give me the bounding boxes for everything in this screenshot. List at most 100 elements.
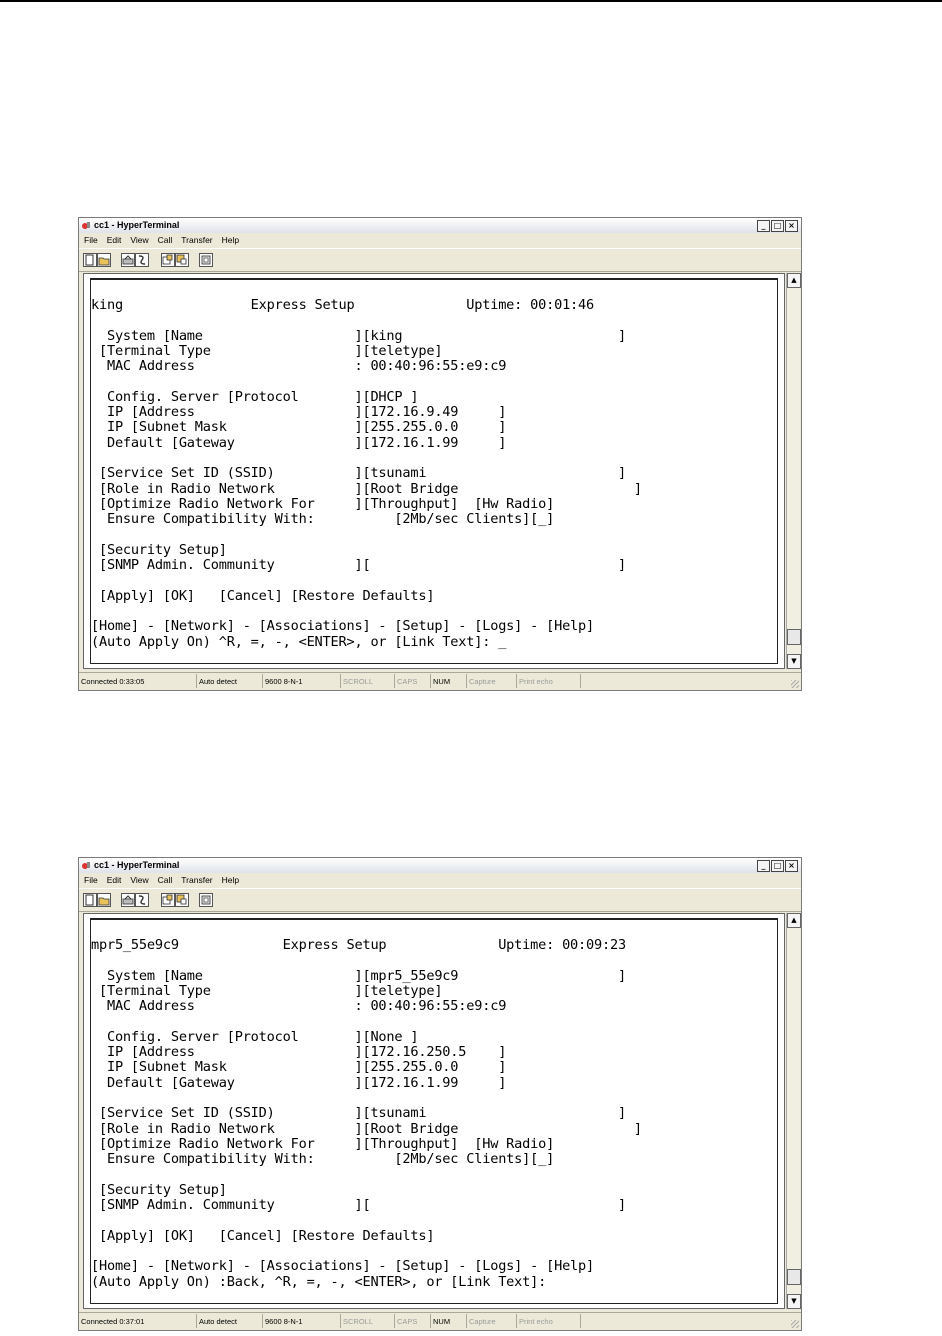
status-capture: Capture [467, 674, 517, 688]
scroll-down-arrow-icon[interactable]: ▼ [787, 654, 801, 669]
menu-call[interactable]: Call [158, 233, 173, 247]
maximize-button[interactable]: □ [771, 860, 784, 872]
maximize-button[interactable]: □ [771, 220, 784, 232]
status-print-echo: Print echo [517, 674, 581, 688]
menu-transfer[interactable]: Transfer [181, 233, 212, 247]
vertical-scrollbar[interactable]: ▲ ▼ [786, 273, 801, 669]
disconnect-icon[interactable] [135, 253, 149, 267]
terminal-line: Config. Server [Protocol ][None ] [91, 1028, 419, 1045]
menu-transfer[interactable]: Transfer [181, 873, 212, 887]
terminal-line: mpr5_55e9c9 Express Setup Uptime: 00:09:… [91, 937, 626, 953]
scroll-down-arrow-icon[interactable]: ▼ [787, 1294, 801, 1309]
call-icon[interactable] [121, 253, 135, 267]
vertical-scrollbar[interactable]: ▲ ▼ [786, 913, 801, 1309]
terminal-area[interactable]: mpr5_55e9c9 Express Setup Uptime: 00:09:… [83, 913, 785, 1309]
menu-view[interactable]: View [130, 233, 148, 247]
terminal-area[interactable]: king Express Setup Uptime: 00:01:46 Syst… [83, 273, 785, 669]
status-port-settings: 9600 8-N-1 [263, 674, 341, 688]
disconnect-icon[interactable] [135, 893, 149, 907]
terminal-line: [Service Set ID (SSID) ][tsunami ] [91, 1105, 626, 1122]
terminal-line: king Express Setup Uptime: 00:01:46 [91, 297, 595, 313]
scroll-up-arrow-icon[interactable]: ▲ [787, 913, 801, 928]
terminal-line: [Apply] [OK] [Cancel] [Restore Defaults] [91, 587, 435, 604]
properties-icon[interactable] [199, 253, 213, 267]
menu-help[interactable]: Help [222, 233, 239, 247]
scroll-thumb[interactable] [787, 629, 801, 645]
terminal-line: [Security Setup] [91, 1181, 227, 1198]
close-button[interactable]: × [785, 860, 798, 872]
send-icon[interactable] [161, 893, 175, 907]
terminal-line: [Service Set ID (SSID) ][tsunami ] [91, 465, 626, 482]
menu-help[interactable]: Help [222, 873, 239, 887]
new-connection-icon[interactable] [83, 893, 97, 907]
open-icon[interactable] [97, 253, 111, 267]
terminal-line: [Home] - [Network] - [Associations] - [S… [91, 618, 595, 635]
terminal-line: Default [Gateway ][172.16.1.99 ] [91, 434, 507, 451]
receive-icon[interactable] [175, 893, 189, 907]
minimize-button[interactable]: _ [757, 220, 770, 232]
open-icon[interactable] [97, 893, 111, 907]
resize-grip-icon[interactable] [791, 1320, 799, 1328]
terminal-line: [Terminal Type ][teletype] [91, 982, 443, 999]
window-title: cc1 - HyperTerminal [94, 860, 180, 870]
terminal-line: IP [Address ][172.16.250.5 ] [91, 1044, 507, 1061]
close-button[interactable]: × [785, 220, 798, 232]
send-icon[interactable] [161, 253, 175, 267]
terminal-line: IP [Address ][172.16.9.49 ] [91, 404, 507, 421]
terminal-line: [SNMP Admin. Community ][ ] [91, 1197, 626, 1214]
status-num: NUM [431, 674, 467, 688]
terminal-line: [Optimize Radio Network For ][Throughput… [91, 495, 555, 512]
toolbar [79, 248, 801, 272]
title-bar[interactable]: cc1 - HyperTerminal _ □ × [79, 858, 801, 873]
resize-grip-icon[interactable] [791, 680, 799, 688]
toolbar [79, 888, 801, 912]
call-icon[interactable] [121, 893, 135, 907]
terminal-line: [Home] - [Network] - [Associations] - [S… [91, 1258, 595, 1275]
menu-edit[interactable]: Edit [107, 873, 122, 887]
terminal-line: [Optimize Radio Network For ][Throughput… [91, 1135, 555, 1152]
status-detect: Auto detect [197, 1314, 263, 1328]
minimize-button[interactable]: _ [757, 860, 770, 872]
status-num: NUM [431, 1314, 467, 1328]
terminal-line: (Auto Apply On) ^R, =, -, <ENTER>, or [L… [91, 633, 507, 650]
properties-icon[interactable] [199, 893, 213, 907]
status-caps: CAPS [395, 674, 431, 688]
status-print-echo: Print echo [517, 1314, 581, 1328]
terminal-line: [Role in Radio Network ][Root Bridge ] [91, 480, 642, 497]
scroll-thumb[interactable] [787, 1269, 801, 1285]
menu-file[interactable]: File [84, 873, 98, 887]
terminal-line: IP [Subnet Mask ][255.255.0.0 ] [91, 419, 507, 436]
terminal-text[interactable]: mpr5_55e9c9 Express Setup Uptime: 00:09:… [91, 937, 642, 1290]
status-connected-time: Connected 0:37:01 [79, 1314, 197, 1328]
status-bar: Connected 0:37:01 Auto detect 9600 8-N-1… [79, 1312, 801, 1330]
title-bar[interactable]: cc1 - HyperTerminal _ □ × [79, 218, 801, 233]
receive-icon[interactable] [175, 253, 189, 267]
status-caps: CAPS [395, 1314, 431, 1328]
terminal-line: Ensure Compatibility With: [2Mb/sec Clie… [91, 1151, 555, 1168]
status-scroll: SCROLL [341, 674, 395, 688]
terminal-line: [Terminal Type ][teletype] [91, 342, 443, 359]
terminal-line: IP [Subnet Mask ][255.255.0.0 ] [91, 1059, 507, 1076]
menu-edit[interactable]: Edit [107, 233, 122, 247]
scroll-up-arrow-icon[interactable]: ▲ [787, 273, 801, 288]
menu-file[interactable]: File [84, 233, 98, 247]
terminal-line: [Role in Radio Network ][Root Bridge ] [91, 1120, 642, 1137]
menu-call[interactable]: Call [158, 873, 173, 887]
terminal-line: (Auto Apply On) :Back, ^R, =, -, <ENTER>… [91, 1273, 547, 1290]
menu-view[interactable]: View [130, 873, 148, 887]
new-connection-icon[interactable] [83, 253, 97, 267]
menu-bar: File Edit View Call Transfer Help [79, 873, 801, 887]
terminal-line: MAC Address : 00:40:96:55:e9:c9 [91, 358, 507, 375]
hyperterminal-window-2: cc1 - HyperTerminal _ □ × File Edit View… [78, 857, 802, 1331]
terminal-text[interactable]: king Express Setup Uptime: 00:01:46 Syst… [91, 297, 642, 650]
status-port-settings: 9600 8-N-1 [263, 1314, 341, 1328]
hyperterminal-app-icon [82, 862, 90, 869]
terminal-line: Config. Server [Protocol ][DHCP ] [91, 388, 419, 405]
